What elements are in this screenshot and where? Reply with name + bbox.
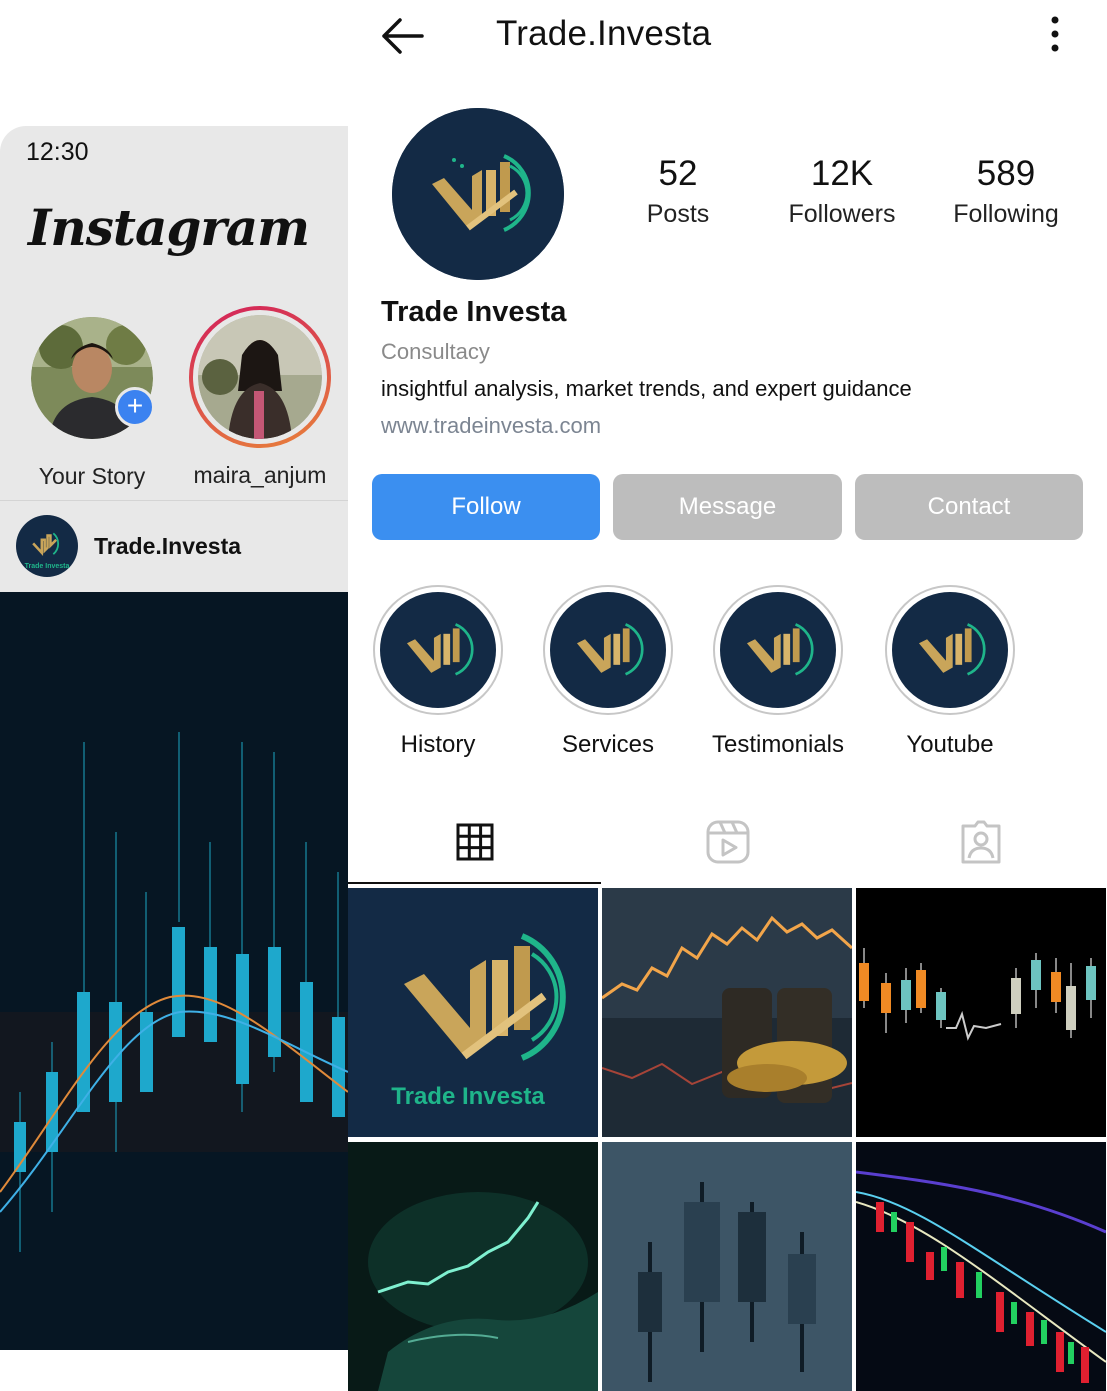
stat-label: Following (953, 200, 1059, 228)
stat-value: 52 (658, 154, 698, 193)
highlight-cover (892, 592, 1008, 708)
more-options-button[interactable] (1043, 14, 1067, 54)
message-button[interactable]: Message (613, 474, 842, 540)
stat-value: 589 (976, 154, 1036, 193)
grid-post[interactable] (856, 888, 1106, 1137)
highlight-youtube[interactable]: Youtube (870, 585, 1030, 759)
post-avatar-text: Trade Investa (25, 563, 70, 570)
reels-icon (706, 820, 749, 864)
highlight-ring (713, 585, 843, 715)
highlight-cover (550, 592, 666, 708)
grid-post[interactable] (348, 1142, 598, 1391)
avatar (198, 315, 322, 439)
stat-followers[interactable]: 12K Followers (767, 154, 917, 229)
add-story-button[interactable]: + (115, 387, 155, 427)
highlight-services[interactable]: Services (528, 585, 688, 759)
stat-posts[interactable]: 52 Posts (603, 154, 753, 229)
highlight-cover (720, 592, 836, 708)
profile-avatar[interactable] (392, 108, 564, 280)
instagram-feed-preview: 12:30 Instagram + Your Story maira_anjum… (0, 126, 348, 1350)
grid-post-caption: Trade Investa (391, 1083, 545, 1110)
stat-label: Followers (788, 200, 896, 228)
top-bar: Trade.Investa (348, 0, 1107, 80)
highlight-testimonials[interactable]: Testimonials (698, 585, 858, 759)
grid-post[interactable] (856, 1142, 1106, 1391)
highlight-ring (543, 585, 673, 715)
profile-website-link[interactable]: www.tradeinvesta.com (381, 413, 601, 439)
story-ring (189, 306, 331, 448)
divider (0, 500, 348, 501)
contact-button[interactable]: Contact (855, 474, 1083, 540)
tagged-icon (961, 820, 1000, 864)
stat-value: 12K (810, 154, 874, 193)
profile-bio: insightful analysis, market trends, and … (381, 376, 912, 401)
arrow-left-icon (382, 18, 424, 54)
post-handle[interactable]: Trade.Investa (94, 533, 241, 560)
instagram-wordmark: Instagram (28, 198, 310, 257)
profile-tabs (348, 800, 1107, 884)
highlight-ring (373, 585, 503, 715)
stat-following[interactable]: 589 Following (931, 154, 1081, 229)
highlight-ring (885, 585, 1015, 715)
grid-icon (456, 823, 493, 861)
status-time: 12:30 (26, 138, 89, 166)
profile-category: Consultacy (381, 339, 490, 364)
back-button[interactable] (378, 14, 426, 58)
highlight-cover (380, 592, 496, 708)
grid-post[interactable] (602, 888, 852, 1137)
page-title: Trade.Investa (496, 14, 712, 53)
highlight-label: Youtube (906, 731, 994, 758)
story-label: Your Story (38, 463, 146, 489)
highlight-label: Testimonials (711, 731, 845, 758)
story-label: maira_anjum (193, 462, 327, 488)
highlight-history[interactable]: History (358, 585, 518, 759)
follow-button[interactable]: Follow (372, 474, 600, 540)
tab-reels[interactable] (601, 800, 854, 884)
avatar: + (31, 317, 155, 439)
tab-tagged[interactable] (854, 800, 1107, 884)
grid-post[interactable]: Trade Investa (348, 888, 598, 1137)
story-your-story[interactable]: + Your Story (12, 306, 172, 490)
more-vertical-icon (1051, 16, 1059, 52)
avatar: Trade Investa (16, 515, 78, 577)
tab-posts-grid[interactable] (348, 800, 601, 884)
grid-post[interactable] (602, 1142, 852, 1391)
stat-label: Posts (646, 200, 710, 228)
active-tab-indicator (348, 882, 601, 884)
posts-grid: Trade Investa (348, 888, 1107, 1391)
highlight-label: Services (561, 731, 655, 758)
highlight-label: History (400, 731, 476, 758)
story-maira-anjum[interactable]: maira_anjum (180, 306, 340, 489)
post-image[interactable] (0, 592, 348, 1350)
post-header[interactable]: Trade Investa Trade.Investa (16, 514, 241, 578)
profile-name: Trade Investa (381, 296, 567, 328)
